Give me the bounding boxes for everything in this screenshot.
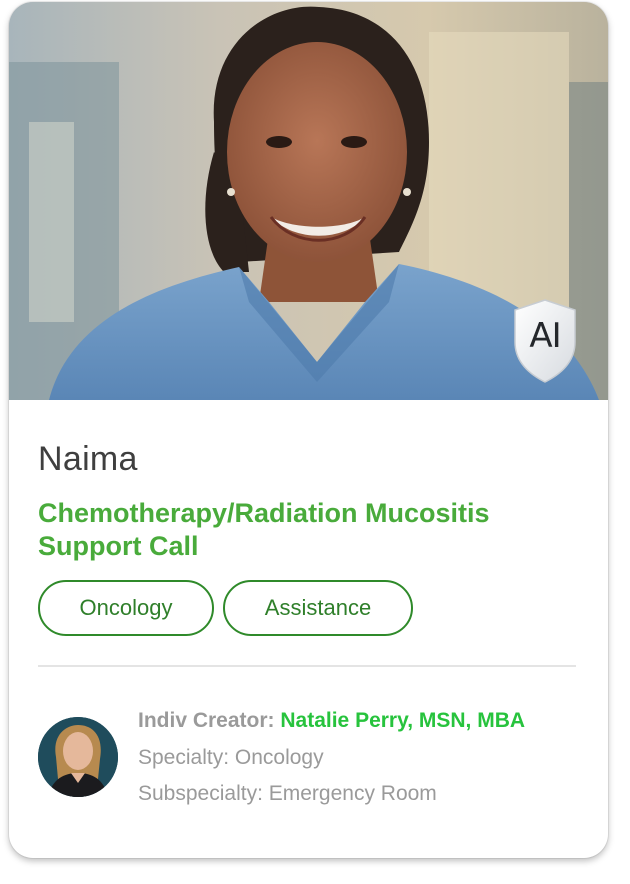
persona-title[interactable]: Chemotherapy/Radiation Mucositis Support…	[38, 497, 578, 563]
creator-label: Indiv Creator:	[138, 709, 275, 732]
persona-name: Naima	[38, 440, 138, 478]
creator-line: Indiv Creator: Natalie Perry, MSN, MBA	[138, 709, 525, 733]
creator-specialty: Specialty: Oncology	[138, 746, 324, 769]
creator-subspecialty: Subspecialty: Emergency Room	[138, 782, 437, 805]
ai-badge-label: AI	[529, 316, 561, 356]
persona-card[interactable]: AI Naima Chemotherapy/Radiation Mucositi…	[9, 2, 608, 858]
creator-avatar[interactable]	[38, 717, 118, 797]
tag-list: Oncology Assistance	[38, 580, 413, 636]
divider	[38, 665, 576, 667]
persona-photo: AI	[9, 2, 608, 400]
creator-name-link[interactable]: Natalie Perry, MSN, MBA	[280, 709, 525, 732]
ai-badge: AI	[511, 298, 579, 384]
tag-assistance[interactable]: Assistance	[223, 580, 413, 636]
tag-oncology[interactable]: Oncology	[38, 580, 214, 636]
